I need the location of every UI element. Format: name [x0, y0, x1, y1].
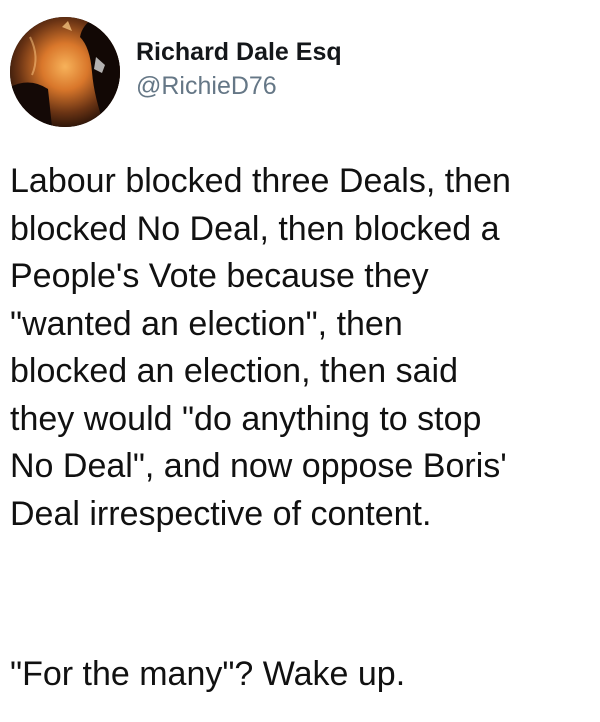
tweet-body-line: blocked an election, then said — [10, 352, 458, 390]
tweet-body-line: they would "do anything to stop — [10, 399, 482, 438]
tweet-header: Richard Dale Esq @RichieD76 — [10, 17, 590, 129]
tweet-body: Labour blocked three Deals, then blocked… — [10, 158, 600, 538]
tweet-body-line: blocked No Deal, then blocked a — [10, 209, 500, 248]
tweet-body-line: People's Vote because they — [10, 257, 429, 295]
tweet-card: Richard Dale Esq @RichieD76 Labour block… — [0, 0, 600, 722]
tweet-body-line: "wanted an election", then — [10, 304, 403, 343]
tweet-body-line: No Deal", and now oppose Boris' — [10, 447, 507, 485]
tweet-body-line: Labour blocked three Deals, then — [10, 162, 511, 200]
avatar[interactable] — [10, 17, 120, 127]
tweet-body-line: Deal irrespective of content. — [10, 494, 432, 533]
author-display-name[interactable]: Richard Dale Esq — [136, 37, 342, 67]
avatar-photo-icon — [10, 17, 120, 127]
author-identity: Richard Dale Esq @RichieD76 — [136, 37, 342, 101]
tweet-closing-line: "For the many"? Wake up. — [10, 655, 406, 693]
author-handle[interactable]: @RichieD76 — [136, 71, 342, 101]
